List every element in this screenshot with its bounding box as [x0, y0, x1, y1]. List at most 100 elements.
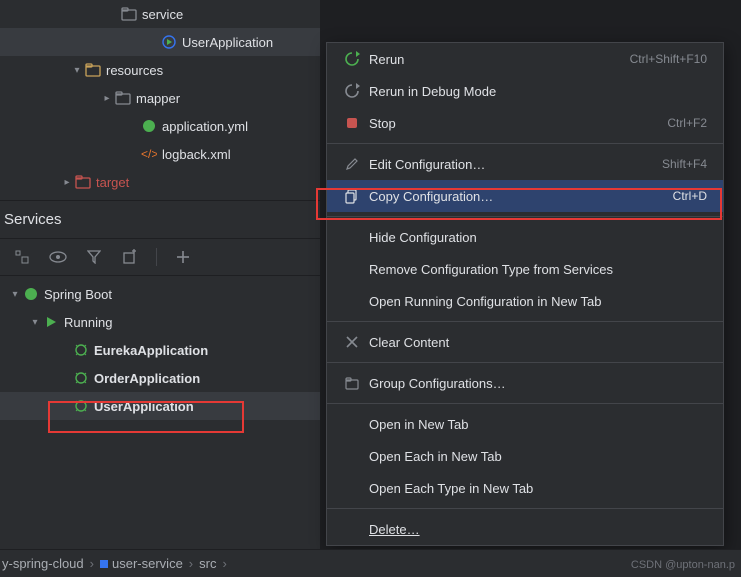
chevron-right-icon: ▸: [100, 93, 114, 104]
breadcrumb-item[interactable]: user-service: [100, 556, 183, 571]
services-group-running[interactable]: ▾ Running: [0, 308, 320, 336]
services-root-spring-boot[interactable]: ▾ Spring Boot: [0, 280, 320, 308]
breadcrumb-item[interactable]: src: [199, 556, 216, 571]
add-icon[interactable]: [173, 247, 193, 267]
service-item-eureka[interactable]: EurekaApplication: [0, 336, 320, 364]
service-item-label: OrderApplication: [94, 371, 200, 386]
tree-label: mapper: [136, 91, 180, 106]
tree-item-mapper[interactable]: ▸ mapper: [0, 84, 320, 112]
menu-label: Open Each in New Tab: [341, 449, 707, 464]
collapse-all-icon[interactable]: [12, 247, 32, 267]
menu-label: Clear Content: [363, 335, 707, 350]
menu-label: Stop: [363, 116, 667, 131]
menu-item-remove-type[interactable]: Remove Configuration Type from Services: [327, 253, 723, 285]
menu-item-open-running-tab[interactable]: Open Running Configuration in New Tab: [327, 285, 723, 317]
toolbar-divider: [156, 248, 157, 266]
menu-shortcut: Ctrl+Shift+F10: [630, 52, 707, 66]
services-toolbar: [0, 239, 320, 276]
menu-label: Rerun: [363, 52, 630, 67]
watermark-text: CSDN @upton-nan.p: [631, 559, 735, 571]
xml-file-icon: </>: [140, 145, 158, 163]
menu-label: Edit Configuration…: [363, 157, 662, 172]
excluded-folder-icon: [74, 173, 92, 191]
menu-shortcut: Ctrl+D: [673, 189, 707, 203]
service-item-label: UserApplication: [94, 399, 194, 414]
tree-label: target: [96, 175, 129, 190]
resources-folder-icon: [84, 61, 102, 79]
tree-label: UserApplication: [182, 35, 273, 50]
folder-icon: [120, 5, 138, 23]
menu-item-stop[interactable]: Stop Ctrl+F2: [327, 107, 723, 139]
menu-label: Remove Configuration Type from Services: [341, 262, 707, 277]
service-item-order[interactable]: OrderApplication: [0, 364, 320, 392]
chevron-right-icon: ›: [189, 556, 193, 571]
rerun-debug-icon: [341, 83, 363, 99]
tree-item-application-yml[interactable]: application.yml: [0, 112, 320, 140]
menu-separator: [327, 508, 723, 509]
menu-item-edit-config[interactable]: Edit Configuration… Shift+F4: [327, 148, 723, 180]
services-root-label: Spring Boot: [44, 287, 112, 302]
running-bug-icon: [72, 369, 90, 387]
menu-item-hide-config[interactable]: Hide Configuration: [327, 221, 723, 253]
menu-item-copy-config[interactable]: Copy Configuration… Ctrl+D: [327, 180, 723, 212]
group-icon: [341, 377, 363, 390]
chevron-down-icon: ▾: [8, 289, 22, 300]
copy-icon: [341, 189, 363, 204]
svg-text:</>: </>: [141, 147, 157, 161]
menu-item-open-each-new-tab[interactable]: Open Each in New Tab: [327, 440, 723, 472]
menu-label: Delete…: [341, 522, 707, 537]
services-panel-title: Services: [0, 201, 320, 239]
menu-label: Group Configurations…: [363, 376, 707, 391]
breadcrumb-item[interactable]: y-spring-cloud: [2, 556, 84, 571]
tree-item-user-application[interactable]: UserApplication: [0, 28, 320, 56]
project-tree: service UserApplication ▾ resources ▸ ma…: [0, 0, 320, 200]
services-tree: ▾ Spring Boot ▾ Running EurekaApplicatio…: [0, 276, 320, 424]
chevron-right-icon: ›: [222, 556, 226, 571]
tree-item-service[interactable]: service: [0, 0, 320, 28]
menu-label: Hide Configuration: [341, 230, 707, 245]
running-bug-icon: [72, 397, 90, 415]
menu-item-rerun[interactable]: Rerun Ctrl+Shift+F10: [327, 43, 723, 75]
menu-separator: [327, 362, 723, 363]
rerun-icon: [341, 51, 363, 67]
chevron-right-icon: ›: [90, 556, 94, 571]
menu-item-open-each-type-tab[interactable]: Open Each Type in New Tab: [327, 472, 723, 504]
menu-item-rerun-debug[interactable]: Rerun in Debug Mode: [327, 75, 723, 107]
chevron-down-icon: ▾: [28, 317, 42, 328]
edit-icon: [341, 157, 363, 171]
tree-item-logback-xml[interactable]: </> logback.xml: [0, 140, 320, 168]
running-bug-icon: [72, 341, 90, 359]
menu-label: Open Running Configuration in New Tab: [341, 294, 707, 309]
run-class-icon: [160, 33, 178, 51]
menu-shortcut: Ctrl+F2: [667, 116, 707, 130]
run-icon: [42, 313, 60, 331]
layout-icon[interactable]: [120, 247, 140, 267]
menu-item-open-new-tab[interactable]: Open in New Tab: [327, 408, 723, 440]
menu-label: Open in New Tab: [341, 417, 707, 432]
menu-item-clear-content[interactable]: Clear Content: [327, 326, 723, 358]
service-item-user[interactable]: UserApplication: [0, 392, 320, 420]
menu-label: Rerun in Debug Mode: [363, 84, 707, 99]
context-menu: Rerun Ctrl+Shift+F10 Rerun in Debug Mode…: [326, 42, 724, 546]
tree-label: service: [142, 7, 183, 22]
module-icon: [100, 560, 108, 568]
tree-label: application.yml: [162, 119, 248, 134]
menu-separator: [327, 143, 723, 144]
menu-separator: [327, 321, 723, 322]
menu-item-group-config[interactable]: Group Configurations…: [327, 367, 723, 399]
tree-label: logback.xml: [162, 147, 231, 162]
breadcrumb: y-spring-cloud › user-service › src ›: [0, 549, 741, 577]
filter-icon[interactable]: [84, 247, 104, 267]
spring-boot-icon: [22, 285, 40, 303]
show-icon[interactable]: [48, 247, 68, 267]
menu-item-delete[interactable]: Delete…: [327, 513, 723, 545]
chevron-right-icon: ▸: [60, 177, 74, 188]
clear-icon: [341, 335, 363, 349]
tree-item-target[interactable]: ▸ target: [0, 168, 320, 196]
tree-item-resources[interactable]: ▾ resources: [0, 56, 320, 84]
menu-separator: [327, 216, 723, 217]
spring-file-icon: [140, 117, 158, 135]
tree-label: resources: [106, 63, 163, 78]
service-item-label: EurekaApplication: [94, 343, 208, 358]
services-group-label: Running: [64, 315, 112, 330]
